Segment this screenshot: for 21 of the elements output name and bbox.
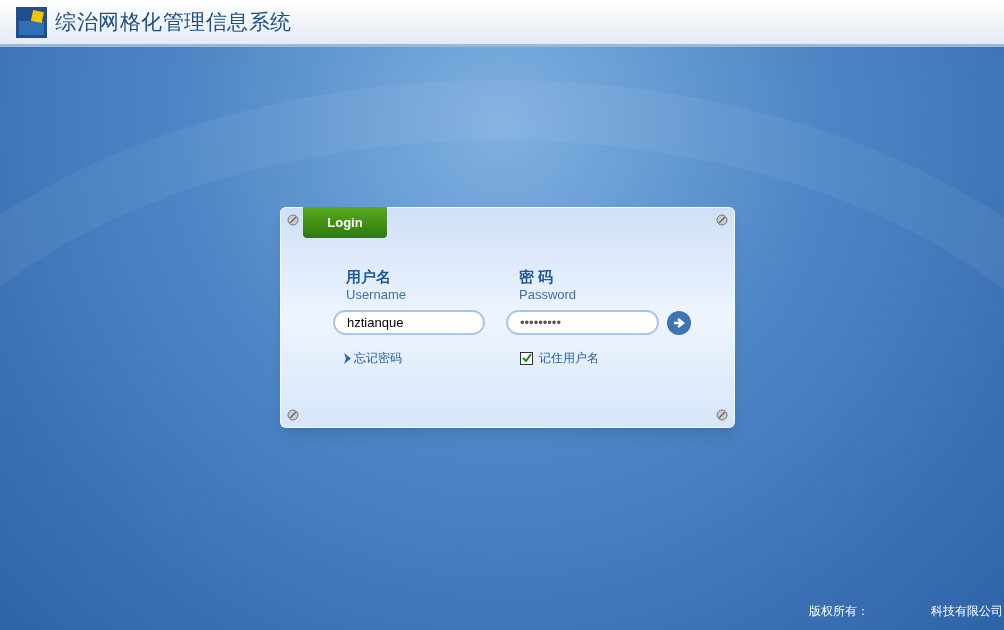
username-label: 用户名 bbox=[346, 268, 392, 286]
password-sublabel: Password bbox=[519, 286, 578, 304]
remember-checkbox[interactable] bbox=[520, 351, 533, 365]
app-title: 综治网格化管理信息系统 bbox=[55, 9, 292, 36]
logo-icon bbox=[16, 6, 47, 38]
username-field[interactable]: hztianque bbox=[333, 310, 485, 335]
arrow-right-icon bbox=[673, 317, 685, 328]
remember-label: 记住用户名 bbox=[539, 350, 599, 367]
password-field[interactable]: ••••••••• bbox=[506, 310, 659, 335]
login-tab[interactable]: Login bbox=[303, 207, 387, 238]
username-sublabel: Username bbox=[346, 286, 407, 304]
screw-icon bbox=[716, 214, 728, 226]
chevron-icon bbox=[343, 352, 352, 364]
forgot-password-link[interactable]: 忘记密码 bbox=[354, 349, 402, 367]
screw-icon bbox=[287, 214, 299, 226]
password-label: 密 码 bbox=[519, 268, 555, 286]
screw-icon bbox=[716, 409, 728, 421]
submit-button[interactable] bbox=[667, 310, 691, 335]
copyright-text: 版权所有： bbox=[809, 603, 869, 620]
screw-icon bbox=[287, 409, 299, 421]
company-text: 科技有限公司 bbox=[931, 603, 1003, 620]
